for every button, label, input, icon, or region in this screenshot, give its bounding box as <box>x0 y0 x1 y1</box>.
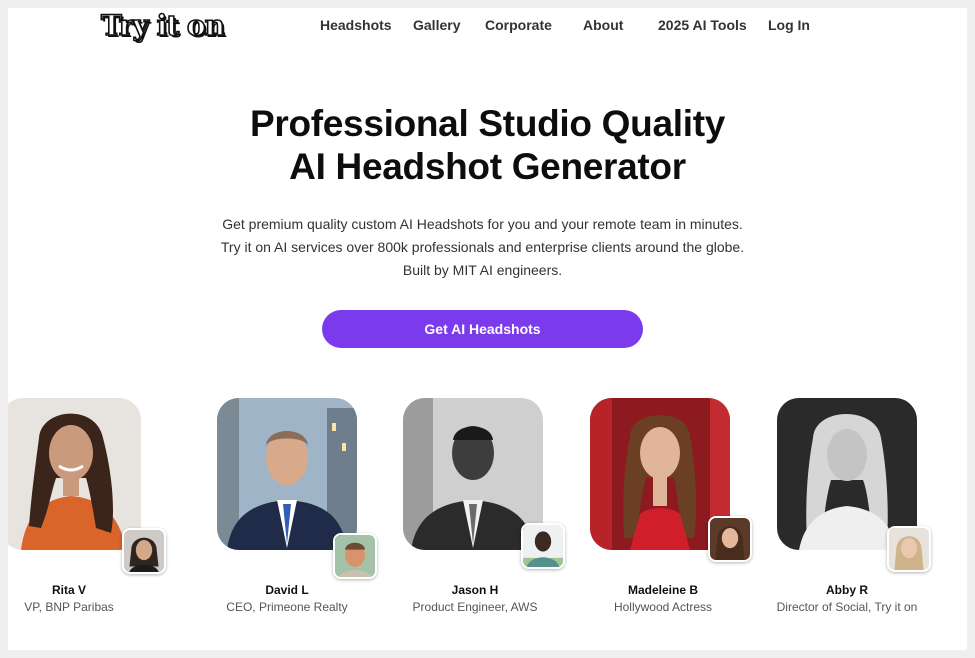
nav-item-gallery[interactable]: Gallery <box>413 16 460 34</box>
headshot-photo <box>8 398 141 550</box>
nav-item-about[interactable]: About <box>583 16 623 34</box>
testimonial-name: David L <box>265 583 309 597</box>
testimonial-name: Madeleine B <box>627 583 699 597</box>
testimonial-role: Director of Social, Try it on <box>776 600 918 614</box>
avatar-thumbnail <box>333 533 377 579</box>
page: Try it on Headshots Gallery Corporate Ab… <box>8 8 967 650</box>
testimonial-name: Jason H <box>451 583 499 597</box>
avatar-thumbnail <box>122 528 166 574</box>
testimonial-role: CEO, Primeone Realty <box>226 600 348 614</box>
hero-title-line1: Professional Studio Quality <box>249 103 726 144</box>
nav-item-ai-tools[interactable]: 2025 AI Tools <box>658 16 747 34</box>
hero-title-line2: AI Headshot Generator <box>289 146 686 187</box>
avatar-thumbnail <box>708 516 752 562</box>
nav-item-corporate[interactable]: Corporate <box>485 16 552 34</box>
headshot-photo <box>217 398 357 550</box>
testimonial-role: Hollywood Actress <box>613 600 713 614</box>
avatar-thumbnail <box>521 523 565 569</box>
nav-item-login[interactable]: Log In <box>768 16 810 34</box>
get-ai-headshots-button[interactable]: Get AI Headshots <box>322 310 643 348</box>
testimonial-name: Rita V <box>51 583 86 597</box>
hero-title: Professional Studio Quality AI Headshot … <box>8 102 967 188</box>
hero-subtitle: Get premium quality custom AI Headshots … <box>220 216 745 278</box>
nav-item-headshots[interactable]: Headshots <box>320 16 392 34</box>
top-nav: Headshots Gallery Corporate About 2025 A… <box>8 16 967 36</box>
testimonial-role: VP, BNP Paribas <box>24 600 114 614</box>
testimonial-name: Abby R <box>826 583 868 597</box>
avatar-thumbnail <box>887 526 931 572</box>
testimonial-role: Product Engineer, AWS <box>412 600 538 614</box>
